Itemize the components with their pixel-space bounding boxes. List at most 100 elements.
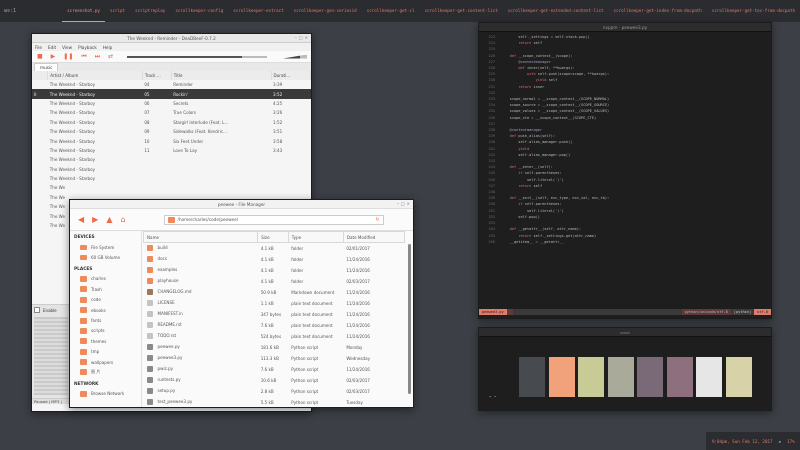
table-row[interactable]: II The Weeknd - Starboy 05 Rockin' 3:52 [32, 89, 311, 99]
launcher-tab[interactable]: scrollkeeper-get-cl [362, 0, 420, 22]
launcher-tab[interactable]: scrollkeeper-get-extended-content-list [503, 0, 609, 22]
column-header[interactable]: Date Modified [342, 231, 406, 243]
sidebar-item[interactable]: fonts [70, 315, 141, 325]
column-header[interactable]: Title [171, 71, 272, 80]
close-icon[interactable]: × [305, 35, 308, 40]
volume-slider[interactable] [283, 54, 307, 59]
enable-toggle[interactable]: Enable [34, 307, 57, 313]
home-icon[interactable]: ⌂ [120, 215, 125, 224]
menu-item[interactable]: View [62, 45, 72, 50]
maximize-icon[interactable]: □ [401, 201, 405, 206]
sidebar-item[interactable]: scripts [70, 326, 141, 336]
reload-icon[interactable]: ↻ [375, 217, 379, 223]
pause-icon[interactable]: ❚❚ [63, 53, 73, 60]
table-row[interactable]: examples 4.1 kB folder 11/24/2016 [144, 265, 405, 276]
up-icon[interactable]: ▲ [106, 215, 112, 224]
terminal-titlebar[interactable]: urxvt [479, 328, 771, 337]
maximize-icon[interactable]: □ [299, 35, 303, 40]
table-row[interactable]: runtests.py 10.6 kB Python script 02/03/201… [144, 375, 405, 386]
minimize-icon[interactable]: – [295, 35, 297, 40]
launcher-tab[interactable]: scriptreplay [130, 0, 170, 22]
shell-prompt[interactable]: → ~ [489, 394, 496, 399]
launcher-tab[interactable]: scrollkeeper-extract [228, 0, 288, 22]
launcher-tab[interactable]: screenshot.py [62, 0, 105, 22]
table-row[interactable]: The Weeknd - Starboy 04 Reminder 3:39 [32, 80, 311, 89]
table-row[interactable]: MANIFEST.in 347 bytes plain text document 1… [144, 309, 405, 320]
forward-icon[interactable]: ▶ [92, 215, 98, 224]
table-row[interactable]: build 4.1 kB folder 02/01/2017 [144, 243, 405, 254]
table-row[interactable]: The Weeknd - Starboy [32, 174, 311, 183]
fm-titlebar[interactable]: peewee - File Manager – □ × [70, 200, 413, 209]
menu-item[interactable]: Help [103, 45, 113, 50]
checkbox-icon[interactable] [34, 307, 40, 313]
table-row[interactable]: The Weeknd - Starboy 08 Stargirl Interlude… [32, 118, 311, 127]
sidebar-item[interactable]: File System [70, 242, 141, 252]
sidebar-item[interactable]: ebooks [70, 305, 141, 315]
column-header[interactable]: Durati... [271, 71, 312, 80]
column-header[interactable] [32, 71, 49, 80]
table-row[interactable]: The Weeknd - Starboy 11 Love To Lay 3:43 [32, 146, 311, 155]
sidebar-item[interactable]: code [70, 295, 141, 305]
table-row[interactable]: docs 4.1 kB folder 11/24/2016 [144, 254, 405, 265]
sidebar-item[interactable]: 图 片 [70, 367, 141, 377]
table-row[interactable]: test_peewee3.py 5.5 kB Python script Tuesda… [144, 397, 405, 408]
play-icon[interactable]: ▶ [51, 53, 56, 60]
launcher-tab[interactable]: scrollkeeper-gen-seriesid [289, 0, 362, 22]
seek-bar[interactable] [127, 55, 268, 58]
table-row[interactable]: pwiz.py 7.6 kB Python script 11/24/2016 [144, 364, 405, 375]
column-header[interactable]: Size [257, 231, 289, 243]
launcher-tab[interactable]: script [105, 0, 130, 22]
table-row[interactable]: TODO.rst 524 bytes plain text document 11/2… [144, 331, 405, 342]
table-row[interactable]: The Weeknd - Starboy 09 Sidewalks (Feat. K… [32, 127, 311, 136]
table-row[interactable]: The Weeknd - Starboy [32, 155, 311, 164]
launcher-tab[interactable]: scrollkeeper-get-index-from-docpath [609, 0, 707, 22]
column-header[interactable]: Name [142, 231, 259, 243]
column-header[interactable]: Type [287, 231, 344, 243]
clock-text[interactable]: 9:04pm, Sun Feb 12, 2017 [712, 439, 773, 444]
table-row[interactable]: peewee.py 181.6 kB Python script Monday [144, 342, 405, 353]
sidebar-item[interactable]: 60 GB Volume [70, 252, 141, 262]
shuffle-icon[interactable]: ⇄ [108, 53, 113, 60]
playlist-tab[interactable]: music [34, 63, 59, 71]
table-row[interactable]: CHANGELOG.md 50.9 kB Markdown document 11/2… [144, 287, 405, 298]
table-row[interactable]: The Weeknd - Starboy [32, 165, 311, 174]
launcher-tab[interactable]: scrollkeeper-config [170, 0, 228, 22]
table-row[interactable]: The Weeknd - Starboy 07 True Colors 3:26 [32, 108, 311, 117]
location-bar[interactable]: /home/charles/code/peewee/ ↻ [163, 214, 384, 225]
cell-artist: The Weeknd - Starboy [47, 89, 143, 99]
table-row[interactable]: playhouse 4.1 kB folder 02/03/2017 [144, 276, 405, 287]
previous-icon[interactable]: ⏮ [81, 53, 86, 60]
next-icon[interactable]: ⏭ [95, 53, 100, 60]
menu-item[interactable]: File [35, 45, 42, 50]
close-icon[interactable]: × [407, 201, 410, 206]
stop-icon[interactable]: ■ [37, 53, 43, 60]
back-icon[interactable]: ◀ [78, 215, 84, 224]
music-titlebar[interactable]: The Weeknd - Reminder - DeaDBeeF-0.7.2 –… [32, 34, 311, 43]
table-row[interactable]: LICENSE 1.1 kB plain text document 11/24/20… [144, 298, 405, 309]
sidebar-item[interactable]: Browse Network [70, 389, 141, 399]
minimize-icon[interactable]: – [397, 201, 399, 206]
sidebar-item[interactable]: wallpapers [70, 357, 141, 367]
cell-title: Sidewalks (Feat. Kendric... [173, 129, 228, 135]
sidebar-item[interactable]: tmp [70, 347, 141, 357]
table-row[interactable]: peewee3.py 113.3 kB Python script Wednesday [144, 353, 405, 364]
location-path[interactable]: /home/charles/code/peewee/ [178, 217, 239, 222]
editor-titlebar[interactable]: nvppm - peewee3.py [479, 23, 771, 32]
column-header[interactable]: Artist / Album [47, 71, 143, 80]
menu-item[interactable]: Edit [48, 45, 56, 50]
sidebar-item[interactable]: charles [70, 274, 141, 284]
workspace-indicator[interactable]: ws:1 [0, 8, 22, 14]
sidebar-item[interactable]: themes [70, 336, 141, 346]
code-view[interactable]: 223 self._settings = self.stack.pop() 224… [479, 32, 771, 245]
table-row[interactable]: The We [32, 183, 311, 192]
table-row[interactable]: setup.py 2.8 kB Python script 02/03/2017 [144, 386, 405, 397]
launcher-tab[interactable]: scrollkeeper-get-toc-from-docpath [707, 0, 800, 22]
column-header[interactable]: Track ... [142, 71, 172, 80]
table-row[interactable]: The Weeknd - Starboy 06 Secrets 4:25 [32, 99, 311, 108]
launcher-tab[interactable]: scrollkeeper-get-content-list [420, 0, 503, 22]
table-row[interactable]: The Weeknd - Starboy 10 Six Feet Under 3:58 [32, 136, 311, 145]
menu-item[interactable]: Playback [78, 45, 97, 50]
scrollbar[interactable] [408, 244, 411, 394]
table-row[interactable]: README.rst 7.6 kB plain text document 11/24… [144, 320, 405, 331]
sidebar-item[interactable]: Trash [70, 284, 141, 294]
